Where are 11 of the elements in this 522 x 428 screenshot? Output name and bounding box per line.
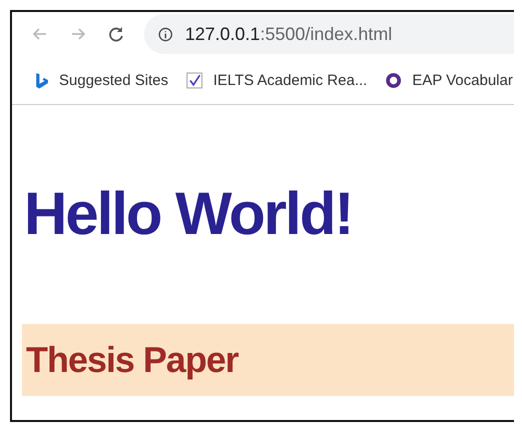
url-host: 127.0.0.1 — [185, 24, 260, 44]
info-icon[interactable] — [158, 26, 173, 42]
url-path: :5500/index.html — [260, 24, 392, 44]
subheading: Thesis Paper — [26, 339, 238, 381]
badge-icon — [385, 72, 402, 88]
bookmark-item[interactable]: IELTS Academic Rea... — [186, 72, 368, 88]
bookmark-item[interactable]: Suggested Sites — [32, 72, 168, 88]
page-heading: Hello World! — [24, 179, 352, 248]
address-bar[interactable]: 127.0.0.1:5500/index.html — [144, 14, 514, 54]
bookmark-item[interactable]: EAP Vocabular — [385, 72, 513, 88]
checkbox-icon — [186, 72, 204, 88]
